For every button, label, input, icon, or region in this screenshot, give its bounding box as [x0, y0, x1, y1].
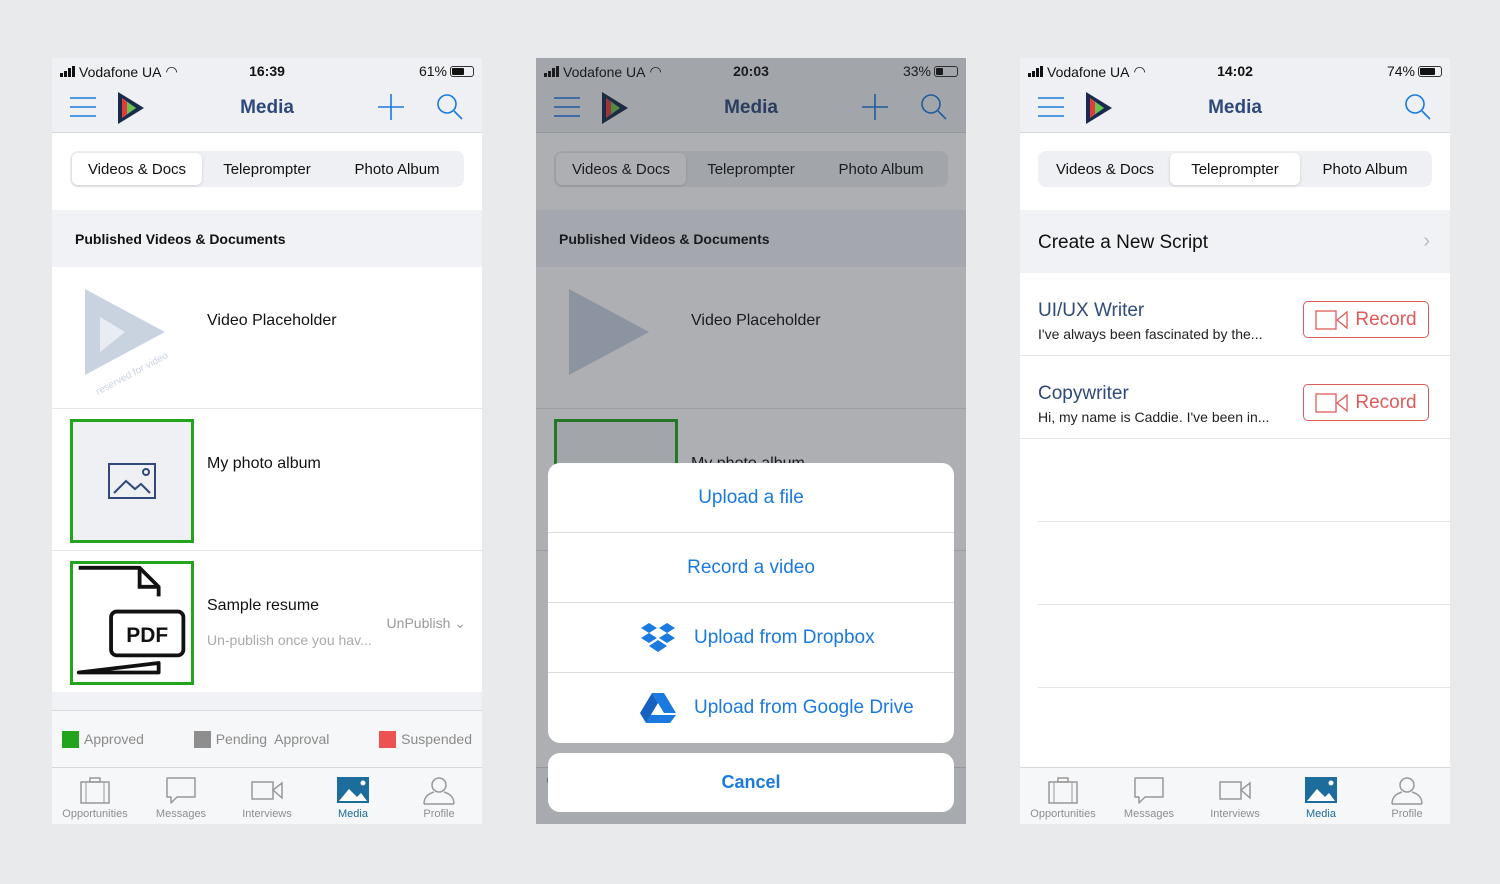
clock: 14:02 [1217, 63, 1253, 79]
legend-pending: Pending Approval [215, 731, 330, 747]
upload-dropbox-option[interactable]: Upload from Dropbox [548, 603, 954, 673]
nav-bar: Media [52, 83, 482, 133]
section-header: Published Videos & Documents [52, 210, 482, 267]
tab-opportunities[interactable]: Opportunities [1020, 768, 1106, 824]
tab-media[interactable]: Media [1278, 768, 1364, 824]
image-icon [108, 463, 156, 499]
list-item[interactable]: My photo album [52, 409, 482, 551]
segmented-control: Videos & Docs Teleprompter Photo Album [70, 151, 464, 187]
unpublish-label: UnPublish [386, 615, 451, 631]
video-camera-icon [251, 781, 283, 800]
tab-photo-album[interactable]: Photo Album [1300, 153, 1430, 185]
plus-icon[interactable] [378, 94, 404, 120]
chat-bubble-icon [1134, 777, 1164, 804]
tab-teleprompter[interactable]: Teleprompter [202, 153, 332, 185]
script-title: Copywriter [1038, 383, 1129, 404]
tab-bar: Opportunities Messages Interviews Media … [1020, 767, 1450, 824]
upload-google-drive-option[interactable]: Upload from Google Drive [548, 673, 954, 743]
script-title: UI/UX Writer [1038, 300, 1145, 321]
create-script-row[interactable]: Create a New Script › [1020, 210, 1450, 273]
user-icon [1391, 777, 1423, 805]
item-subtitle: Un-publish once you hav... [207, 632, 372, 648]
phone-screen-teleprompter: Vodafone UA ◠ 14:02 74% Media Videos & Do… [1020, 58, 1450, 824]
pdf-file-icon: PDF [70, 561, 194, 685]
page-title: Media [1208, 97, 1262, 118]
tab-videos-docs[interactable]: Videos & Docs [1040, 153, 1170, 185]
tab-profile[interactable]: Profile [1364, 768, 1450, 824]
video-camera-icon [1315, 392, 1349, 413]
nav-bar: Media [1020, 83, 1450, 133]
tab-teleprompter[interactable]: Teleprompter [1170, 153, 1300, 185]
tab-profile[interactable]: Profile [396, 768, 482, 824]
tab-messages[interactable]: Messages [1106, 768, 1192, 824]
record-button[interactable]: Record [1303, 301, 1429, 338]
status-bar: Vodafone UA ◠ 14:02 74% [1020, 58, 1450, 83]
user-icon [423, 777, 455, 805]
tab-interviews[interactable]: Interviews [1192, 768, 1278, 824]
item-title: My photo album [207, 455, 321, 472]
script-item[interactable]: UI/UX Writer I've always been fascinated… [1020, 273, 1450, 356]
list-item[interactable]: PDF Sample resume Un-publish once you ha… [52, 551, 482, 693]
item-title: Sample resume [207, 597, 320, 614]
tab-media[interactable]: Media [310, 768, 396, 824]
record-button[interactable]: Record [1303, 384, 1429, 421]
tab-interviews[interactable]: Interviews [224, 768, 310, 824]
briefcase-icon [1048, 777, 1078, 804]
script-description: I've always been fascinated by the... [1038, 326, 1263, 342]
video-camera-icon [1315, 309, 1349, 330]
search-icon[interactable] [1405, 94, 1432, 121]
briefcase-icon [80, 777, 110, 804]
photo-album-thumbnail [70, 419, 194, 543]
segmented-control: Videos & Docs Teleprompter Photo Album [1038, 151, 1432, 187]
tab-photo-album[interactable]: Photo Album [332, 153, 462, 185]
battery-icon [450, 65, 474, 77]
phone-screen-upload-sheet: Vodafone UA ◠ 20:03 33% Media Videos & Do… [536, 58, 966, 824]
tab-messages[interactable]: Messages [138, 768, 224, 824]
battery-percent: 61% [418, 63, 447, 79]
svg-text:PDF: PDF [126, 624, 168, 647]
list-item[interactable]: reserved for video Video Placeholder [52, 267, 482, 409]
legend-suspended: Suspended [401, 731, 472, 747]
create-script-label: Create a New Script [1038, 232, 1209, 253]
image-icon [1305, 777, 1337, 803]
tab-opportunities[interactable]: Opportunities [52, 768, 138, 824]
script-item[interactable]: Copywriter Hi, my name is Caddie. I've b… [1020, 356, 1450, 439]
script-description: Hi, my name is Caddie. I've been in... [1038, 409, 1270, 425]
status-bar: Vodafone UA ◠ 16:39 61% [52, 58, 482, 83]
video-camera-icon [1219, 781, 1251, 800]
cancel-button[interactable]: Cancel [548, 753, 954, 812]
page-title: Media [240, 97, 294, 118]
upload-action-sheet: Upload a file Record a video Upload from… [548, 463, 954, 743]
video-placeholder-thumbnail: reserved for video [85, 289, 170, 398]
chevron-right-icon: › [1423, 230, 1430, 252]
tab-bar: Opportunities Messages Interviews Media … [52, 767, 482, 824]
battery-icon [1418, 65, 1442, 77]
google-drive-icon [640, 693, 676, 723]
image-icon [337, 777, 369, 803]
battery-percent: 74% [1386, 63, 1415, 79]
record-video-option[interactable]: Record a video [548, 533, 954, 603]
tab-videos-docs[interactable]: Videos & Docs [72, 153, 202, 185]
legend-approved: Approved [84, 731, 144, 747]
search-icon[interactable] [437, 94, 464, 121]
unpublish-dropdown[interactable]: UnPublish ⌄ [387, 615, 466, 632]
item-title: Video Placeholder [207, 312, 337, 329]
phone-screen-videos-docs: Vodafone UA ◠ 16:39 61% Media Videos & Do… [52, 58, 482, 824]
chat-bubble-icon [166, 777, 196, 804]
status-legend: Approved Pending Approval Suspended [52, 710, 482, 767]
dropbox-icon [641, 622, 675, 652]
clock: 16:39 [249, 63, 285, 79]
chevron-down-icon: ⌄ [454, 615, 466, 631]
upload-file-option[interactable]: Upload a file [548, 463, 954, 533]
